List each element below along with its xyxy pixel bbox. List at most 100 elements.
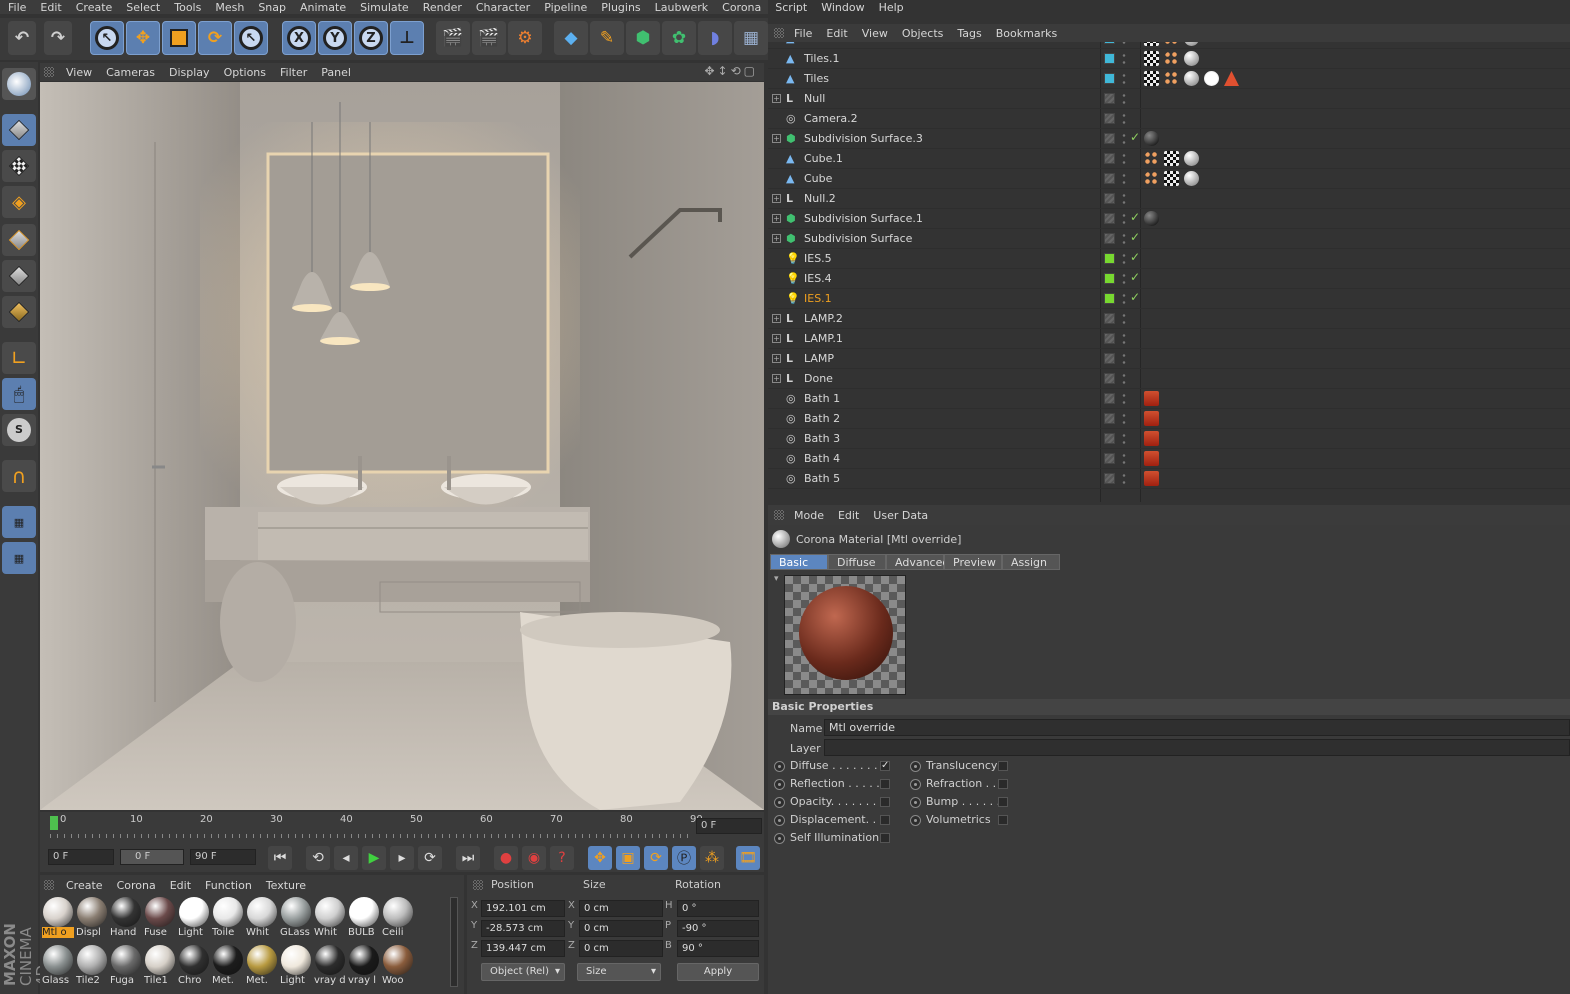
object-row[interactable]: ◎ Camera.2 bbox=[768, 109, 1570, 129]
phong-tag-icon[interactable] bbox=[1164, 51, 1179, 66]
timeline-playhead[interactable] bbox=[50, 816, 58, 830]
menu-item-laubwerk[interactable]: Laubwerk bbox=[647, 1, 714, 14]
property-radio[interactable] bbox=[774, 797, 785, 808]
render-tag-icon[interactable] bbox=[1144, 471, 1159, 486]
expand-toggle-icon[interactable]: + bbox=[772, 134, 781, 143]
size-z-field[interactable]: 0 cm bbox=[579, 940, 663, 957]
layer-color-swatch[interactable] bbox=[1104, 53, 1115, 64]
x-axis-lock-button[interactable]: X bbox=[282, 21, 316, 55]
property-checkbox[interactable] bbox=[998, 761, 1008, 771]
preview-min-field[interactable]: 0 F bbox=[120, 849, 184, 865]
object-menu-item-view[interactable]: View bbox=[854, 27, 894, 40]
material-menu-item-edit[interactable]: Edit bbox=[162, 879, 197, 892]
material-swatch[interactable]: Fuga bbox=[110, 943, 142, 987]
material-swatch[interactable]: Light bbox=[280, 943, 312, 987]
menu-item-corona[interactable]: Corona bbox=[714, 1, 767, 14]
autokey-icon[interactable]: ◉ bbox=[522, 846, 546, 870]
layer-color-swatch[interactable] bbox=[1104, 193, 1115, 204]
visibility-dots-icon[interactable] bbox=[1122, 452, 1126, 466]
layer-color-swatch[interactable] bbox=[1104, 73, 1115, 84]
warning-tag-icon[interactable] bbox=[1224, 71, 1239, 86]
object-row[interactable]: + L LAMP.2 bbox=[768, 309, 1570, 329]
menu-item-file[interactable]: File bbox=[0, 1, 32, 14]
visibility-dots-icon[interactable] bbox=[1122, 192, 1126, 206]
property-checkbox[interactable] bbox=[998, 815, 1008, 825]
object-row[interactable]: ◎ Bath 2 bbox=[768, 409, 1570, 429]
layer-color-swatch[interactable] bbox=[1104, 133, 1115, 144]
layer-color-swatch[interactable] bbox=[1104, 293, 1115, 304]
recent-tool-icon[interactable]: ↖ bbox=[234, 21, 268, 55]
object-row[interactable]: ▲ Cube.1 bbox=[768, 149, 1570, 169]
visibility-dots-icon[interactable] bbox=[1122, 212, 1126, 226]
snap-icon[interactable]: S bbox=[2, 414, 36, 446]
expand-toggle-icon[interactable]: + bbox=[772, 334, 781, 343]
object-row[interactable]: ◎ Bath 3 bbox=[768, 429, 1570, 449]
material-swatch[interactable]: GLass bbox=[280, 895, 312, 939]
material-swatch[interactable]: Glass bbox=[42, 943, 74, 987]
name-field[interactable]: Mtl override bbox=[824, 719, 1570, 736]
menu-item-character[interactable]: Character bbox=[468, 1, 536, 14]
property-checkbox[interactable] bbox=[998, 797, 1008, 807]
key-pla-icon[interactable]: ⁂ bbox=[700, 846, 724, 870]
property-checkbox[interactable] bbox=[880, 815, 890, 825]
tab-basic[interactable]: Basic bbox=[770, 554, 828, 570]
menu-item-simulate[interactable]: Simulate bbox=[352, 1, 415, 14]
viewport-navigation-icons[interactable]: ✥↕⟲▢ bbox=[704, 64, 758, 78]
attribute-menu-item-edit[interactable]: Edit bbox=[830, 509, 865, 522]
rotation-p-field[interactable]: -90 ° bbox=[677, 920, 759, 937]
menu-item-create[interactable]: Create bbox=[68, 1, 119, 14]
material-swatch[interactable]: Chro bbox=[178, 943, 210, 987]
grip-icon[interactable] bbox=[473, 880, 483, 890]
menu-item-mesh[interactable]: Mesh bbox=[207, 1, 250, 14]
visibility-dots-icon[interactable] bbox=[1122, 332, 1126, 346]
render-tag-icon[interactable] bbox=[1144, 391, 1159, 406]
z-axis-lock-button[interactable]: Z bbox=[354, 21, 388, 55]
phong-tag-icon[interactable] bbox=[1144, 171, 1159, 186]
position-z-field[interactable]: 139.447 cm bbox=[481, 940, 565, 957]
layer-color-swatch[interactable] bbox=[1104, 453, 1115, 464]
tab-advanced[interactable]: Advanced bbox=[886, 554, 949, 570]
visibility-dots-icon[interactable] bbox=[1122, 72, 1126, 86]
record-keys-icon[interactable]: ● bbox=[494, 846, 518, 870]
enabled-check-icon[interactable]: ✓ bbox=[1130, 250, 1140, 264]
visibility-dots-icon[interactable] bbox=[1122, 352, 1126, 366]
expand-toggle-icon[interactable]: + bbox=[772, 234, 781, 243]
expand-toggle-icon[interactable]: + bbox=[772, 214, 781, 223]
property-radio[interactable] bbox=[910, 797, 921, 808]
visibility-dots-icon[interactable] bbox=[1122, 52, 1126, 66]
timeline-ruler[interactable]: 0102030405060708090 0 F bbox=[40, 812, 764, 844]
layer-color-swatch[interactable] bbox=[1104, 333, 1115, 344]
enabled-check-icon[interactable]: ✓ bbox=[1130, 230, 1140, 244]
material-swatch[interactable]: Mtl o bbox=[42, 895, 74, 939]
layer-color-swatch[interactable] bbox=[1104, 42, 1115, 44]
property-radio[interactable] bbox=[774, 761, 785, 772]
layer-color-swatch[interactable] bbox=[1104, 173, 1115, 184]
workplane-align-icon[interactable]: ▦ bbox=[2, 542, 36, 574]
size-x-field[interactable]: 0 cm bbox=[579, 900, 663, 917]
material-tag-icon[interactable] bbox=[1184, 151, 1199, 166]
previous-frame-icon[interactable]: ◂ bbox=[334, 846, 358, 870]
next-key-icon[interactable]: ⟳ bbox=[418, 846, 442, 870]
key-rotation-icon[interactable]: ⟳ bbox=[644, 846, 668, 870]
material-tag-icon[interactable] bbox=[1184, 42, 1199, 46]
object-row[interactable]: + L Null.2 bbox=[768, 189, 1570, 209]
key-position-icon[interactable]: ✥ bbox=[588, 846, 612, 870]
scale-tool-icon[interactable] bbox=[162, 21, 196, 55]
model-mode-icon[interactable] bbox=[2, 114, 36, 146]
cube-primitive-icon[interactable]: ◆ bbox=[554, 21, 588, 55]
material-scrollbar[interactable] bbox=[450, 897, 458, 987]
edges-mode-icon[interactable] bbox=[2, 260, 36, 292]
go-to-end-icon[interactable]: ⏭ bbox=[456, 846, 480, 870]
material-tag-icon[interactable] bbox=[1184, 51, 1199, 66]
material-menu-item-texture[interactable]: Texture bbox=[258, 879, 312, 892]
axis-mode-icon[interactable]: ∟ bbox=[2, 342, 36, 374]
material-swatch[interactable]: Woo bbox=[382, 943, 414, 987]
material-swatch[interactable]: Ceili bbox=[382, 895, 414, 939]
grip-icon[interactable] bbox=[774, 28, 784, 38]
layer-color-swatch[interactable] bbox=[1104, 273, 1115, 284]
menu-item-pipeline[interactable]: Pipeline bbox=[536, 1, 593, 14]
object-row[interactable]: + ⬢ Subdivision Surface.1 ✓ bbox=[768, 209, 1570, 229]
menu-item-animate[interactable]: Animate bbox=[292, 1, 352, 14]
render-tag-icon[interactable] bbox=[1144, 451, 1159, 466]
object-row[interactable]: 💡 IES.4 ✓ bbox=[768, 269, 1570, 289]
